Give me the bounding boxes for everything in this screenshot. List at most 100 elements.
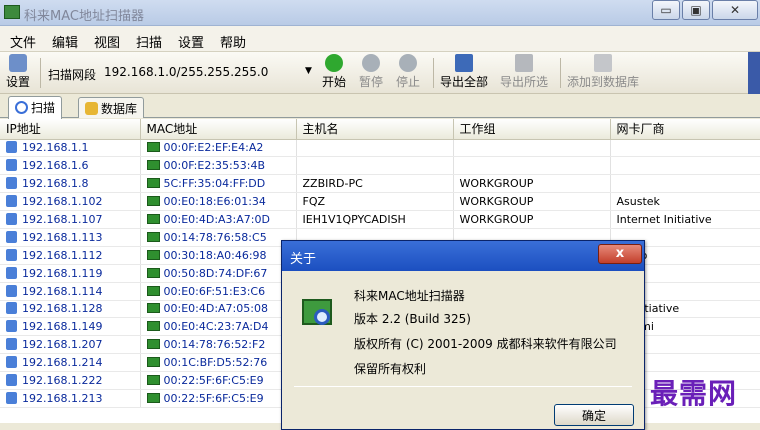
mac-cell: 00:14:78:76:58:C5 [140,228,297,247]
ip-cell-text: 192.168.1.1 [22,141,89,155]
stop-button[interactable]: 停止 [396,54,420,90]
close-button[interactable]: ✕ [712,0,758,20]
ip-cell-text: 192.168.1.214 [22,356,103,370]
about-divider [294,386,632,387]
settings-label: 设置 [6,75,31,89]
computer-icon [6,159,17,172]
export-all-icon [455,54,473,72]
mac-cell: 00:E0:4D:A7:05:08 [140,300,297,319]
table-row[interactable]: 192.168.1.1 00:0F:E2:EF:E4:A2 [0,139,760,158]
network-card-icon [146,357,160,368]
column-header-ip[interactable]: IP地址 [0,119,141,140]
workgroup-cell-text: WORKGROUP [459,177,534,191]
menu-file[interactable]: 文件 [10,32,36,51]
network-card-icon [146,214,160,224]
workgroup-cell [453,156,611,176]
menu-edit[interactable]: 编辑 [52,32,78,51]
toolbar: 设置 扫描网段 ▼ 开始 暂停 停止 导出全部 导出所选 添加到数据库 [0,52,760,94]
computer-icon [6,320,17,333]
about-product-name: 科来MAC地址扫描器 [354,289,465,303]
ip-cell-text: 192.168.1.8 [22,177,89,191]
pause-button[interactable]: 暂停 [359,54,383,90]
settings-button[interactable]: 设置 [6,54,30,90]
ip-cell: 192.168.1.207 [0,335,141,355]
tab-scan[interactable]: 扫描 [8,96,63,119]
hostname-cell-text: IEH1V1QPYCADISH [302,213,406,226]
network-card-icon [146,321,160,332]
add-to-database-button[interactable]: 添加到数据库 [567,54,639,90]
table-row[interactable]: 192.168.1.6 00:0F:E2:35:53:4B [0,156,760,176]
mac-cell-text: 00:1C:BF:D5:52:76 [163,356,268,370]
mac-cell-text: 00:E0:6F:51:E3:C6 [163,284,266,298]
mac-cell-text: 00:0F:E2:EF:E4:A2 [163,141,264,155]
ip-cell-text: 192.168.1.114 [22,284,103,298]
network-card-icon [146,160,160,171]
table-row[interactable]: 192.168.1.107 00:E0:4D:A3:A7:0D IEH1V1QPYC… [0,210,760,229]
column-header-hostname[interactable]: 主机名 [296,119,454,140]
mac-cell-text: 00:14:78:76:58:C5 [163,230,267,244]
computer-icon [6,284,17,297]
segment-dropdown-icon[interactable]: ▼ [305,66,312,76]
vendor-cell [610,156,760,176]
toolbar-separator [560,58,561,88]
hostname-cell: FQZ [296,192,454,212]
tab-database-label: 数据库 [101,102,138,116]
about-copyright: 版权所有 (C) 2001-2009 成都科来软件有限公司 [354,337,617,351]
minimize-button[interactable]: ▭ [652,0,680,20]
vendor-cell [610,139,760,158]
maximize-button[interactable]: ▣ [682,0,710,20]
hostname-cell-text: ZZBIRD-PC [302,177,363,191]
column-header-workgroup[interactable]: 工作组 [453,119,611,140]
mac-cell: 5C:FF:35:04:FF:DD [140,174,297,194]
menu-settings[interactable]: 设置 [178,32,204,51]
ip-cell-text: 192.168.1.213 [22,391,103,405]
mac-cell-text: 00:22:5F:6F:C5:E9 [163,391,264,405]
toolbar-overflow-handle[interactable] [748,52,760,94]
export-all-button[interactable]: 导出全部 [440,54,488,90]
workgroup-cell-text: WORKGROUP [459,213,534,226]
export-all-label: 导出全部 [440,75,489,89]
ip-cell: 192.168.1.112 [0,246,141,265]
tab-strip: 扫描 数据库 [0,95,760,119]
about-dialog-close-button[interactable]: x [598,244,642,264]
app-icon [4,5,20,19]
network-card-icon [146,142,160,153]
hostname-cell-text: FQZ [302,195,326,209]
ip-cell-text: 192.168.1.113 [22,230,103,244]
computer-icon [6,338,17,351]
table-row[interactable]: 192.168.1.102 00:E0:18:E6:01:34 FQZ WORKGRO… [0,192,760,212]
segment-input[interactable] [102,61,322,83]
database-icon [85,102,98,115]
start-button[interactable]: 开始 [322,54,346,90]
mac-cell: 00:E0:6F:51:E3:C6 [140,282,297,301]
menu-scan[interactable]: 扫描 [136,32,162,51]
column-header-mac[interactable]: MAC地址 [140,119,297,140]
magnifier-icon [15,101,28,114]
mac-cell: 00:E0:18:E6:01:34 [140,192,297,212]
network-card-icon [146,249,160,260]
ip-cell-text: 192.168.1.119 [22,266,103,280]
tab-database[interactable]: 数据库 [78,97,145,118]
column-header-vendor[interactable]: 网卡厂商 [610,119,760,140]
workgroup-cell [453,139,611,158]
about-dialog-titlebar: 关于 x [282,241,644,271]
computer-icon [6,374,17,387]
ip-cell: 192.168.1.128 [0,300,141,319]
ip-cell: 192.168.1.119 [0,264,141,283]
ip-cell: 192.168.1.149 [0,317,141,337]
network-card-icon [146,178,160,189]
watermark-logo: 最需网 [650,377,738,410]
mac-cell-text: 00:0F:E2:35:53:4B [163,159,266,173]
workgroup-cell-text: WORKGROUP [459,195,534,209]
network-card-icon [146,196,160,207]
ip-cell-text: 192.168.1.102 [22,195,103,209]
start-label: 开始 [322,75,347,89]
menu-help[interactable]: 帮助 [220,32,246,51]
ip-cell-text: 192.168.1.6 [22,159,89,173]
table-header: IP地址 MAC地址 主机名 工作组 网卡厂商 [0,119,760,140]
menu-view[interactable]: 视图 [94,32,120,51]
export-selected-button[interactable]: 导出所选 [500,54,548,90]
mac-cell-text: 00:E0:18:E6:01:34 [163,195,266,209]
table-row[interactable]: 192.168.1.8 5C:FF:35:04:FF:DD ZZBIRD-PC WOR… [0,174,760,194]
network-card-icon [146,392,160,403]
